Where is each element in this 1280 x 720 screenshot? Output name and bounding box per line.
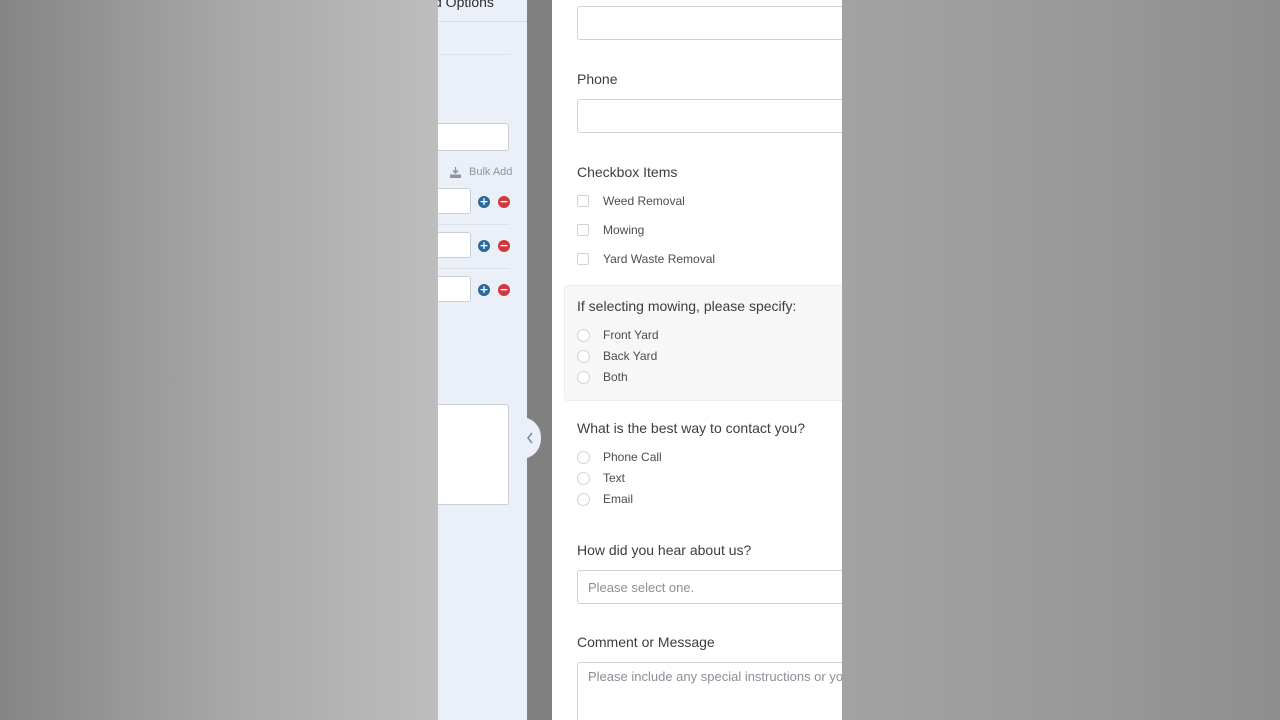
form-preview: Phone Checkbox Items Weed Removal Mowing… [552, 0, 842, 720]
checkbox[interactable] [577, 195, 589, 207]
option-input-1[interactable] [438, 188, 471, 214]
radio-button[interactable] [577, 370, 590, 384]
phone-label: Phone [577, 71, 618, 87]
radio-button[interactable] [577, 471, 590, 485]
mowing-question-label: If selecting mowing, please specify: [577, 298, 797, 314]
checkbox[interactable] [577, 253, 589, 265]
chevron-left-icon [526, 432, 533, 444]
hear-about-label: How did you hear about us? [577, 542, 752, 558]
hear-about-select[interactable]: Please select one. [577, 570, 842, 604]
minus-circle-icon[interactable]: − [498, 196, 510, 208]
minus-circle-icon[interactable]: − [498, 284, 510, 296]
radio-option-label: Phone Call [603, 450, 662, 464]
checkbox-items-label: Checkbox Items [577, 164, 678, 180]
previous-field-input[interactable] [577, 6, 842, 40]
comment-label: Comment or Message [577, 634, 715, 650]
minus-circle-icon[interactable]: − [498, 240, 510, 252]
option-input-3[interactable] [438, 276, 471, 302]
checkbox-option[interactable]: Yard Waste Removal [577, 251, 715, 267]
description-textarea[interactable] [438, 404, 509, 505]
download-icon [450, 166, 461, 178]
radio-option[interactable]: Back Yard [577, 348, 657, 364]
option-input-2[interactable] [438, 232, 471, 258]
checkbox-option-label: Yard Waste Removal [603, 252, 716, 266]
field-options-panel: d Options Bulk Add + − + − + − [438, 0, 527, 720]
radio-option[interactable]: Front Yard [577, 327, 659, 343]
plus-circle-icon[interactable]: + [478, 284, 490, 296]
contact-question-label: What is the best way to contact you? [577, 420, 806, 436]
panel-title: d Options [438, 0, 494, 10]
panel-divider [438, 54, 510, 55]
radio-option-label: Both [603, 370, 628, 384]
checkbox-option[interactable]: Weed Removal [577, 193, 685, 209]
checkbox-option-label: Weed Removal [603, 194, 685, 208]
backdrop-right [842, 0, 1280, 720]
plus-circle-icon[interactable]: + [478, 196, 490, 208]
radio-option-label: Text [603, 471, 626, 485]
comment-textarea[interactable]: Please include any special instructions … [577, 662, 842, 720]
checkbox[interactable] [577, 224, 589, 236]
panel-title-divider [438, 21, 527, 22]
plus-circle-icon[interactable]: + [478, 240, 490, 252]
checkbox-option[interactable]: Mowing [577, 222, 644, 238]
radio-option[interactable]: Phone Call [577, 449, 662, 465]
radio-button[interactable] [577, 328, 590, 342]
bulk-add-label: Bulk Add [469, 166, 513, 178]
phone-input[interactable] [577, 99, 842, 133]
radio-button[interactable] [577, 349, 590, 363]
radio-option-label: Front Yard [603, 328, 659, 342]
collapse-panel-button[interactable] [521, 417, 541, 459]
textarea-placeholder: Please include any special instructions … [588, 669, 842, 684]
radio-option-label: Back Yard [603, 349, 658, 363]
option-row-divider [438, 268, 510, 269]
radio-button[interactable] [577, 492, 590, 506]
backdrop-left [0, 0, 438, 720]
radio-option-label: Email [603, 492, 634, 506]
checkbox-option-label: Mowing [603, 223, 645, 237]
radio-button[interactable] [577, 450, 590, 464]
radio-option[interactable]: Email [577, 491, 633, 507]
field-label-input[interactable] [438, 123, 509, 151]
option-row-divider [438, 224, 510, 225]
radio-option[interactable]: Both [577, 369, 628, 385]
radio-option[interactable]: Text [577, 470, 625, 486]
select-placeholder: Please select one. [588, 580, 695, 595]
bulk-add-button[interactable]: Bulk Add [450, 166, 512, 178]
